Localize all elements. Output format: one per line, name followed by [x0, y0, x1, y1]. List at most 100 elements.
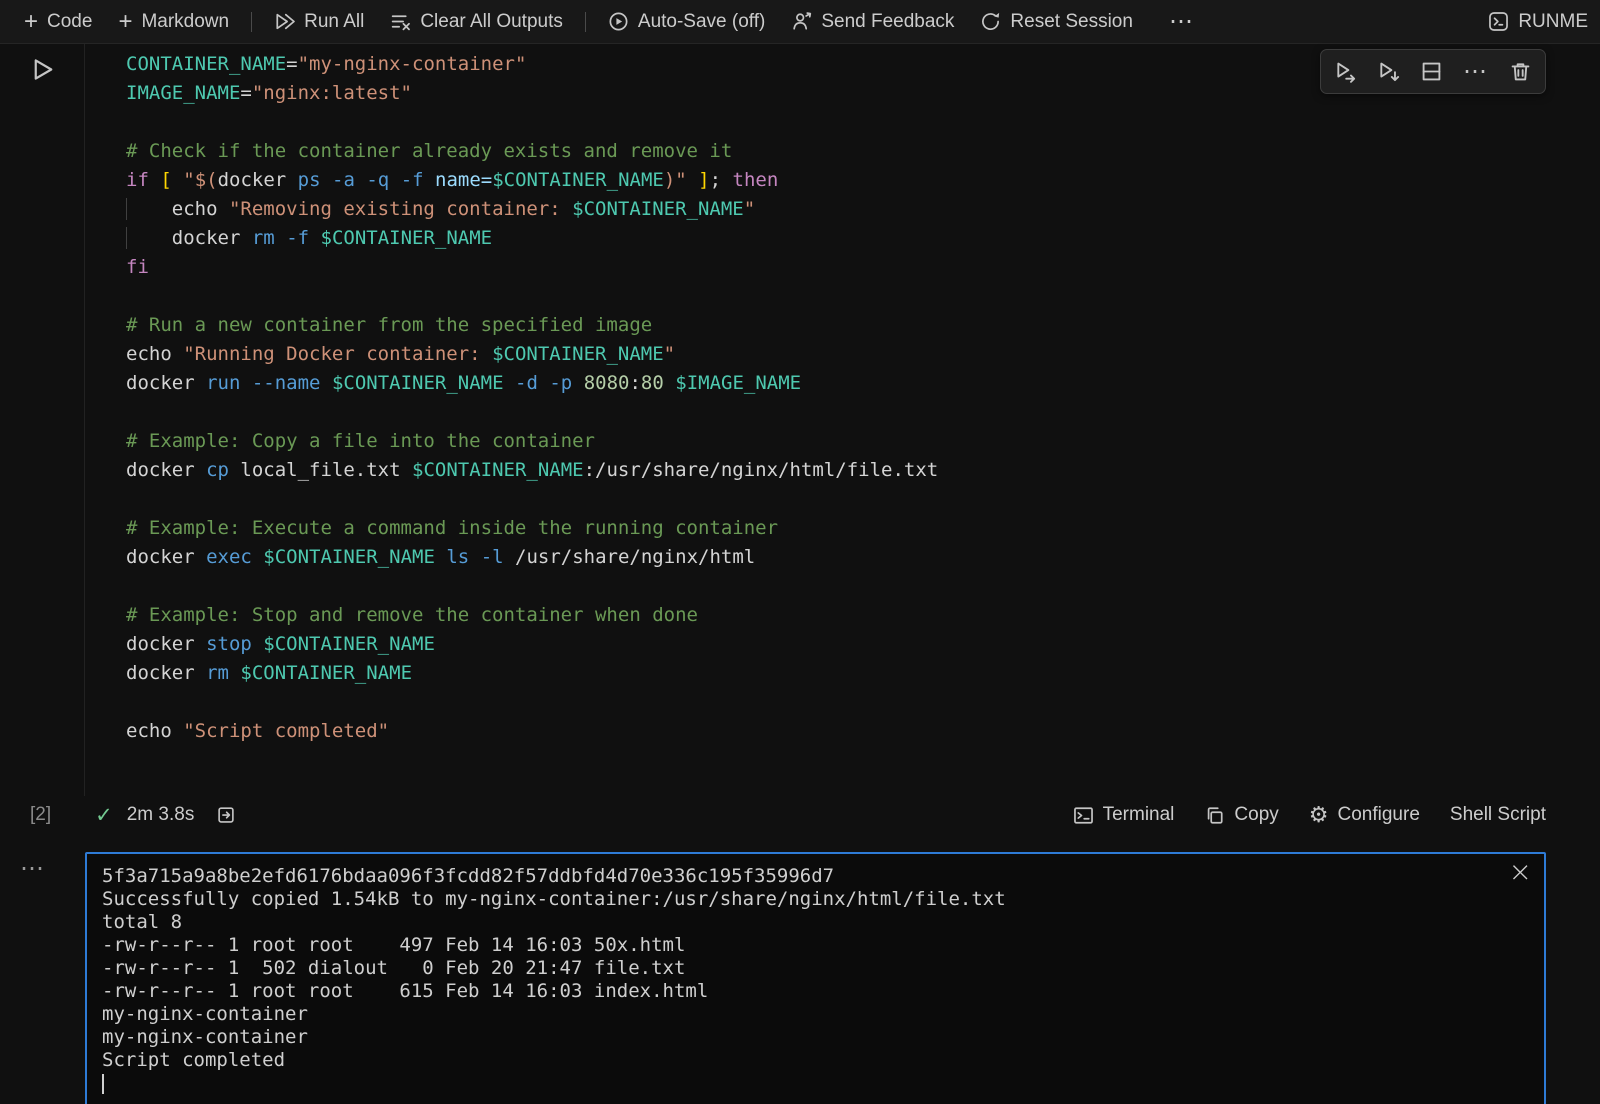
code-line: [126, 282, 1600, 311]
notebook-body: CONTAINER_NAME="my-nginx-container"IMAGE…: [0, 44, 1600, 1104]
terminal-line: -rw-r--r-- 1 502 dialout 0 Feb 20 21:47 …: [102, 957, 1529, 980]
execution-duration: 2m 3.8s: [127, 804, 195, 826]
terminal-line: total 8: [102, 911, 1529, 934]
delete-cell-button[interactable]: [1509, 60, 1532, 83]
autosave-icon: [608, 11, 629, 32]
code-line: fi: [126, 253, 1600, 282]
reset-session-button[interactable]: Reset Session: [968, 7, 1145, 37]
code-line: echo "Removing existing container: $CONT…: [126, 195, 1600, 224]
code-line: [126, 572, 1600, 601]
copy-icon: [1204, 805, 1225, 826]
code-line: echo "Running Docker container: $CONTAIN…: [126, 340, 1600, 369]
runme-brand[interactable]: RUNME: [1488, 11, 1588, 33]
cell-run-gutter: [0, 56, 84, 83]
code-line: [126, 688, 1600, 717]
toolbar-divider: [585, 12, 586, 32]
add-code-label: Code: [47, 11, 92, 33]
code-line: [126, 108, 1600, 137]
terminal-line: my-nginx-container: [102, 1003, 1529, 1026]
runme-brand-label: RUNME: [1518, 11, 1588, 33]
session-output-button[interactable]: [216, 805, 236, 825]
split-cell-button[interactable]: [1420, 60, 1443, 83]
toolbar-divider: [251, 12, 252, 32]
cell-output-row: ⋯ × 5f3a715a9a8be2efd6176bdaa096f3fcdd82…: [0, 852, 1600, 1104]
cell-action-toolbar: ⋯: [1320, 49, 1546, 94]
cell-footer-actions: Terminal Copy ⚙ Configure Shell Script: [1073, 804, 1600, 826]
execute-cell-button[interactable]: [1334, 60, 1357, 83]
terminal-line: Script completed: [102, 1049, 1529, 1072]
code-line: docker rm $CONTAINER_NAME: [126, 659, 1600, 688]
send-feedback-icon: [791, 11, 812, 32]
execute-below-button[interactable]: [1377, 60, 1400, 83]
terminal-cursor: [102, 1074, 104, 1094]
execute-below-icon: [1377, 60, 1400, 83]
trash-icon: [1509, 60, 1532, 83]
code-line: # Example: Stop and remove the container…: [126, 601, 1600, 630]
code-line: docker exec $CONTAINER_NAME ls -l /usr/s…: [126, 543, 1600, 572]
split-cell-icon: [1420, 60, 1443, 83]
terminal-line: Successfully copied 1.54kB to my-nginx-c…: [102, 888, 1529, 911]
output-menu-button[interactable]: ⋯: [20, 854, 45, 883]
cell-more-actions-button[interactable]: ⋯: [1463, 57, 1489, 86]
run-cell-button[interactable]: [29, 56, 56, 83]
session-output-icon: [216, 805, 236, 825]
execution-count: [2]: [30, 804, 51, 826]
language-label: Shell Script: [1450, 804, 1546, 826]
reset-session-label: Reset Session: [1010, 11, 1133, 33]
close-output-button[interactable]: ×: [1509, 858, 1532, 886]
success-check-icon: ✓: [95, 803, 113, 828]
add-markdown-label: Markdown: [141, 11, 229, 33]
code-line: # Check if the container already exists …: [126, 137, 1600, 166]
notebook-app: + Code + Markdown Run All Clear All Outp…: [0, 0, 1600, 1104]
code-line: [126, 398, 1600, 427]
notebook-toolbar: + Code + Markdown Run All Clear All Outp…: [0, 0, 1600, 44]
execute-cell-icon: [1334, 60, 1357, 83]
runme-logo-icon: [1488, 11, 1509, 32]
send-feedback-label: Send Feedback: [821, 11, 954, 33]
code-line: if [ "$(docker ps -a -q -f name=$CONTAIN…: [126, 166, 1600, 195]
terminal-button[interactable]: Terminal: [1073, 804, 1175, 826]
autosave-toggle-button[interactable]: Auto-Save (off): [596, 7, 777, 37]
terminal-output-lines: 5f3a715a9a8be2efd6176bdaa096f3fcdd82f57d…: [102, 865, 1529, 1072]
plus-icon: +: [24, 13, 38, 31]
code-lines: CONTAINER_NAME="my-nginx-container"IMAGE…: [85, 50, 1600, 746]
code-editor[interactable]: CONTAINER_NAME="my-nginx-container"IMAGE…: [85, 50, 1600, 746]
terminal-line: my-nginx-container: [102, 1026, 1529, 1049]
toolbar-more-button[interactable]: ⋯: [1147, 3, 1217, 40]
clear-all-outputs-button[interactable]: Clear All Outputs: [378, 7, 575, 37]
code-line: docker cp local_file.txt $CONTAINER_NAME…: [126, 456, 1600, 485]
terminal-line: -rw-r--r-- 1 root root 615 Feb 14 16:03 …: [102, 980, 1529, 1003]
clear-all-outputs-icon: [390, 11, 411, 32]
cell-status-bar: [2] ✓ 2m 3.8s Terminal: [0, 792, 1600, 838]
send-feedback-button[interactable]: Send Feedback: [779, 7, 966, 37]
add-markdown-cell-button[interactable]: + Markdown: [106, 7, 241, 37]
terminal-cursor-line: [102, 1072, 1529, 1095]
copy-button[interactable]: Copy: [1204, 804, 1278, 826]
terminal-line: 5f3a715a9a8be2efd6176bdaa096f3fcdd82f57d…: [102, 865, 1529, 888]
copy-label: Copy: [1234, 804, 1278, 826]
terminal-output[interactable]: × 5f3a715a9a8be2efd6176bdaa096f3fcdd82f5…: [85, 852, 1546, 1104]
gear-icon: ⚙: [1309, 805, 1329, 825]
reset-session-icon: [980, 11, 1001, 32]
add-code-cell-button[interactable]: + Code: [12, 7, 104, 37]
terminal-icon: [1073, 805, 1094, 826]
configure-label: Configure: [1338, 804, 1420, 826]
terminal-label: Terminal: [1103, 804, 1175, 826]
autosave-label: Auto-Save (off): [638, 11, 765, 33]
configure-button[interactable]: ⚙ Configure: [1309, 804, 1420, 826]
terminal-line: -rw-r--r-- 1 root root 497 Feb 14 16:03 …: [102, 934, 1529, 957]
code-line: docker stop $CONTAINER_NAME: [126, 630, 1600, 659]
plus-icon: +: [118, 13, 132, 31]
run-all-icon: [274, 11, 295, 32]
code-line: docker run --name $CONTAINER_NAME -d -p …: [126, 369, 1600, 398]
code-line: # Run a new container from the specified…: [126, 311, 1600, 340]
more-icon: ⋯: [20, 855, 45, 882]
code-line: # Example: Execute a command inside the …: [126, 514, 1600, 543]
more-icon: ⋯: [1463, 57, 1489, 86]
more-icon: ⋯: [1159, 7, 1205, 36]
run-all-label: Run All: [304, 11, 364, 33]
code-line: [126, 485, 1600, 514]
language-picker[interactable]: Shell Script: [1450, 804, 1546, 826]
code-line: # Example: Copy a file into the containe…: [126, 427, 1600, 456]
run-all-button[interactable]: Run All: [262, 7, 376, 37]
